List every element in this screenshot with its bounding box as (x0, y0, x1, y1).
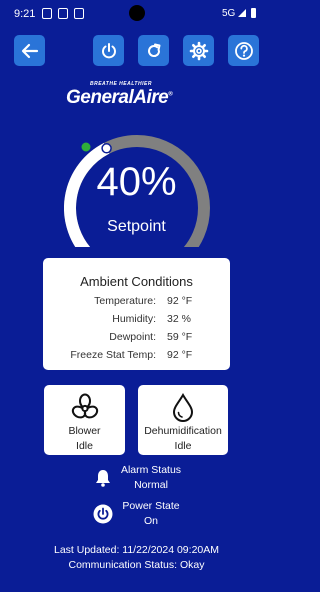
help-button[interactable] (228, 35, 259, 66)
registered-mark: ® (168, 91, 173, 98)
dehumidification-name: Dehumidification (144, 425, 222, 437)
ambient-row-freeze-stat: Freeze Stat Temp: 92 °F (43, 349, 230, 363)
notification-icon (58, 8, 68, 19)
fan-icon (71, 393, 98, 419)
alarm-status-value: Normal (134, 479, 168, 491)
ambient-value: 32 % (167, 313, 191, 325)
power-icon (101, 42, 116, 58)
water-drop-icon (172, 393, 194, 422)
settings-button[interactable] (183, 35, 214, 66)
status-bar: 9:21 5G (0, 0, 273, 28)
ambient-value: 92 °F (167, 349, 193, 361)
bell-icon (96, 470, 110, 487)
signal-icon (238, 9, 246, 17)
ambient-value: 59 °F (167, 331, 193, 343)
ambient-label: Dewpoint: (109, 331, 156, 343)
notification-icon (74, 8, 84, 19)
power-state-value: On (143, 515, 158, 527)
dehumidification-card[interactable]: Dehumidification Idle (138, 385, 228, 455)
communication-status: Communication Status: Okay (68, 559, 205, 571)
gear-icon (189, 41, 208, 60)
ambient-label: Humidity: (112, 313, 156, 325)
camera-cutout (129, 5, 145, 21)
ambient-row-humidity: Humidity: 32 % (43, 313, 230, 327)
status-time: 9:21 (14, 8, 36, 20)
power-icon (93, 504, 113, 524)
blower-card[interactable]: Blower Idle (44, 385, 125, 455)
blower-name: Blower (68, 425, 101, 437)
logo-name-text: GeneralAire (66, 87, 169, 108)
dehumidification-state: Idle (174, 440, 192, 452)
refresh-button[interactable] (138, 35, 169, 66)
setpoint-label: Setpoint (107, 218, 166, 235)
back-button[interactable] (14, 35, 45, 66)
ambient-row-temperature: Temperature: 92 °F (43, 295, 230, 309)
setpoint-value: 40% (96, 160, 177, 204)
alarm-status-label: Alarm Status (120, 464, 182, 476)
ambient-conditions-card: Ambient Conditions Temperature: 92 °F Hu… (43, 258, 230, 370)
logo-name: GeneralAire® (66, 87, 173, 109)
gauge-status-indicator (81, 142, 91, 152)
arrow-left-icon (21, 43, 38, 58)
question-icon (234, 41, 253, 60)
last-updated: Last Updated: 11/22/2024 09:20AM (53, 544, 219, 556)
gauge-handle[interactable] (101, 143, 112, 154)
generalaire-logo: BREATHE HEALTHIER GeneralAire® (66, 81, 206, 109)
ambient-title: Ambient Conditions (80, 274, 193, 289)
blower-state: Idle (76, 440, 93, 452)
ambient-value: 92 °F (167, 295, 193, 307)
status-notification-icons (42, 8, 84, 19)
power-button[interactable] (93, 35, 124, 66)
notification-icon (42, 8, 52, 19)
battery-icon (251, 8, 256, 18)
power-state-label: Power State (122, 500, 180, 512)
ambient-label: Temperature: (94, 295, 156, 307)
ambient-row-dewpoint: Dewpoint: 59 °F (43, 331, 230, 345)
ambient-label: Freeze Stat Temp: (70, 349, 156, 361)
network-type: 5G (222, 8, 236, 19)
refresh-icon (147, 43, 160, 57)
